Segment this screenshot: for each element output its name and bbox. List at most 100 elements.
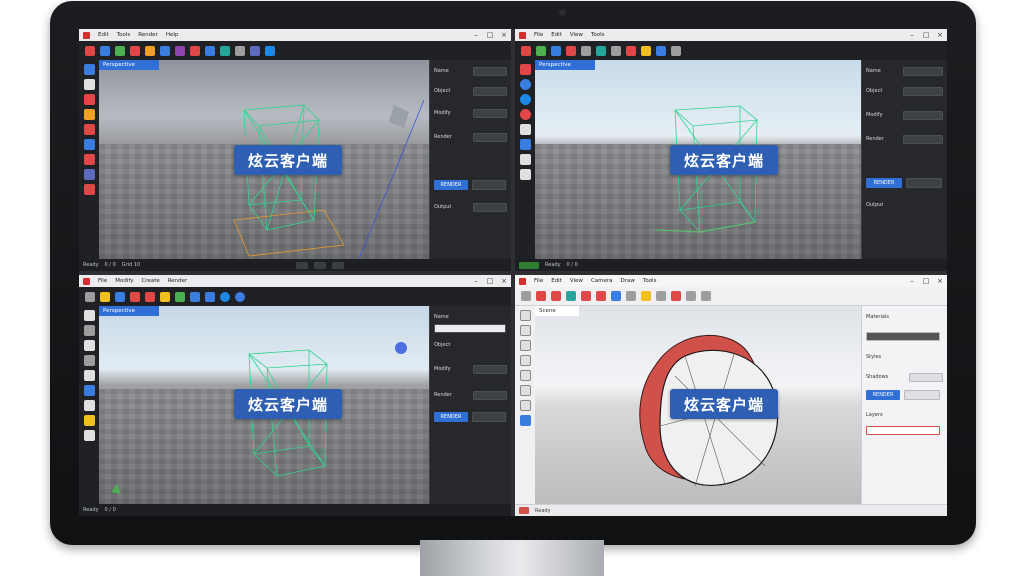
shape-tool-icon[interactable] <box>519 355 531 366</box>
search-icon[interactable] <box>235 291 245 302</box>
system-tool-icon[interactable] <box>83 184 95 195</box>
maximize-icon[interactable]: □ <box>919 275 933 287</box>
panel-field[interactable] <box>903 66 943 76</box>
select-icon[interactable] <box>536 45 546 56</box>
menu-item[interactable]: Modify <box>115 278 133 284</box>
scale-icon[interactable] <box>160 45 170 56</box>
tape-tool-icon[interactable] <box>519 385 531 396</box>
pan-icon[interactable] <box>686 291 696 301</box>
status-chip[interactable] <box>519 261 539 269</box>
select-tool-icon[interactable] <box>519 64 531 75</box>
rotate-icon[interactable] <box>566 45 576 56</box>
mirror-icon[interactable] <box>611 45 621 56</box>
panel-field[interactable] <box>903 134 943 144</box>
arc-icon[interactable] <box>566 291 576 301</box>
rotate-icon[interactable] <box>130 291 140 302</box>
panel-field[interactable] <box>473 132 507 142</box>
redo-icon[interactable] <box>100 45 110 56</box>
axes-tool-icon[interactable] <box>519 415 531 426</box>
paint-tool-icon[interactable] <box>519 109 531 120</box>
space-warp-icon[interactable] <box>83 169 95 180</box>
status-chip[interactable] <box>519 507 529 514</box>
brush-tool-icon[interactable] <box>83 355 95 366</box>
close-icon[interactable]: × <box>933 275 947 287</box>
material-icon[interactable] <box>626 45 636 56</box>
menu-item[interactable]: Edit <box>98 32 109 38</box>
select-tool-icon[interactable] <box>519 310 531 321</box>
pencil-tool-icon[interactable] <box>519 325 531 336</box>
move-icon[interactable] <box>611 291 621 301</box>
close-icon[interactable]: × <box>497 275 511 287</box>
minimize-icon[interactable]: – <box>469 275 483 287</box>
minimize-icon[interactable]: – <box>469 29 483 41</box>
lasso-tool-icon[interactable] <box>83 325 95 336</box>
material-icon[interactable] <box>190 291 200 302</box>
snap-icon[interactable] <box>190 45 200 56</box>
panel-field[interactable] <box>473 86 507 96</box>
pen-tool-icon[interactable] <box>519 169 531 180</box>
shape-tool-icon[interactable] <box>83 109 95 120</box>
rotate-icon[interactable] <box>145 45 155 56</box>
mirror-icon[interactable] <box>175 291 185 302</box>
move-icon[interactable] <box>115 291 125 302</box>
select-icon[interactable] <box>85 291 95 302</box>
push-pull-icon[interactable] <box>596 291 606 301</box>
align-icon[interactable] <box>220 45 230 56</box>
menu-item[interactable]: File <box>534 278 543 284</box>
menu-item[interactable]: Draw <box>621 278 635 284</box>
panel-field[interactable] <box>473 202 507 212</box>
undo-icon[interactable] <box>85 45 95 56</box>
move-icon[interactable] <box>130 45 140 56</box>
panel-field[interactable] <box>909 372 943 382</box>
panel-field[interactable] <box>903 110 943 120</box>
menu-item[interactable]: Tools <box>643 278 657 284</box>
render-button[interactable]: RENDER <box>434 180 468 190</box>
helper-tool-icon[interactable] <box>83 154 95 165</box>
orbit-icon[interactable] <box>671 291 681 301</box>
menu-item[interactable]: Create <box>141 278 159 284</box>
layer-row[interactable] <box>866 426 940 435</box>
mirror-icon[interactable] <box>205 45 215 56</box>
render-setup-icon[interactable] <box>656 45 666 56</box>
folder-icon[interactable] <box>100 291 110 302</box>
panel-field[interactable] <box>473 66 507 76</box>
status-chip[interactable] <box>332 261 345 269</box>
status-chip[interactable] <box>296 261 309 269</box>
line-icon[interactable] <box>551 291 561 301</box>
push-tool-icon[interactable] <box>519 370 531 381</box>
zoom-icon[interactable] <box>701 291 711 301</box>
bucket-tool-icon[interactable] <box>83 400 95 411</box>
scale-icon[interactable] <box>581 45 591 56</box>
folder-icon[interactable] <box>641 45 651 56</box>
scale-icon[interactable] <box>145 291 155 302</box>
text-tool-icon[interactable] <box>83 430 95 441</box>
snap-icon[interactable] <box>596 45 606 56</box>
render-button[interactable]: RENDER <box>866 178 902 188</box>
render-button[interactable]: RENDER <box>866 390 900 400</box>
paint-tool-icon[interactable] <box>83 94 95 105</box>
render-icon[interactable] <box>265 45 275 56</box>
panel-field[interactable] <box>472 412 506 422</box>
menu-item[interactable]: Tools <box>591 32 605 38</box>
arc-tool-icon[interactable] <box>519 340 531 351</box>
menu-item[interactable]: File <box>98 278 107 284</box>
menu-item[interactable]: Edit <box>551 32 562 38</box>
select-tool-icon[interactable] <box>83 64 95 75</box>
status-chip[interactable] <box>314 261 327 269</box>
shape-tool-icon[interactable] <box>519 124 531 135</box>
rotate-icon[interactable] <box>626 291 636 301</box>
menu-item[interactable]: Render <box>168 278 188 284</box>
gem-tool-icon[interactable] <box>519 139 531 150</box>
menu-item[interactable]: View <box>570 32 583 38</box>
minimize-icon[interactable]: – <box>905 275 919 287</box>
render-setup-icon[interactable] <box>205 291 215 302</box>
color-swatch[interactable] <box>866 332 940 341</box>
panel-field[interactable] <box>903 86 943 96</box>
eraser-icon[interactable] <box>536 291 546 301</box>
maximize-icon[interactable]: □ <box>483 275 497 287</box>
rect-icon[interactable] <box>581 291 591 301</box>
name-field[interactable] <box>434 324 506 333</box>
camera-tool-icon[interactable] <box>83 139 95 150</box>
view-gizmo-icon[interactable] <box>395 342 407 354</box>
brush-tool-icon[interactable] <box>83 79 95 90</box>
